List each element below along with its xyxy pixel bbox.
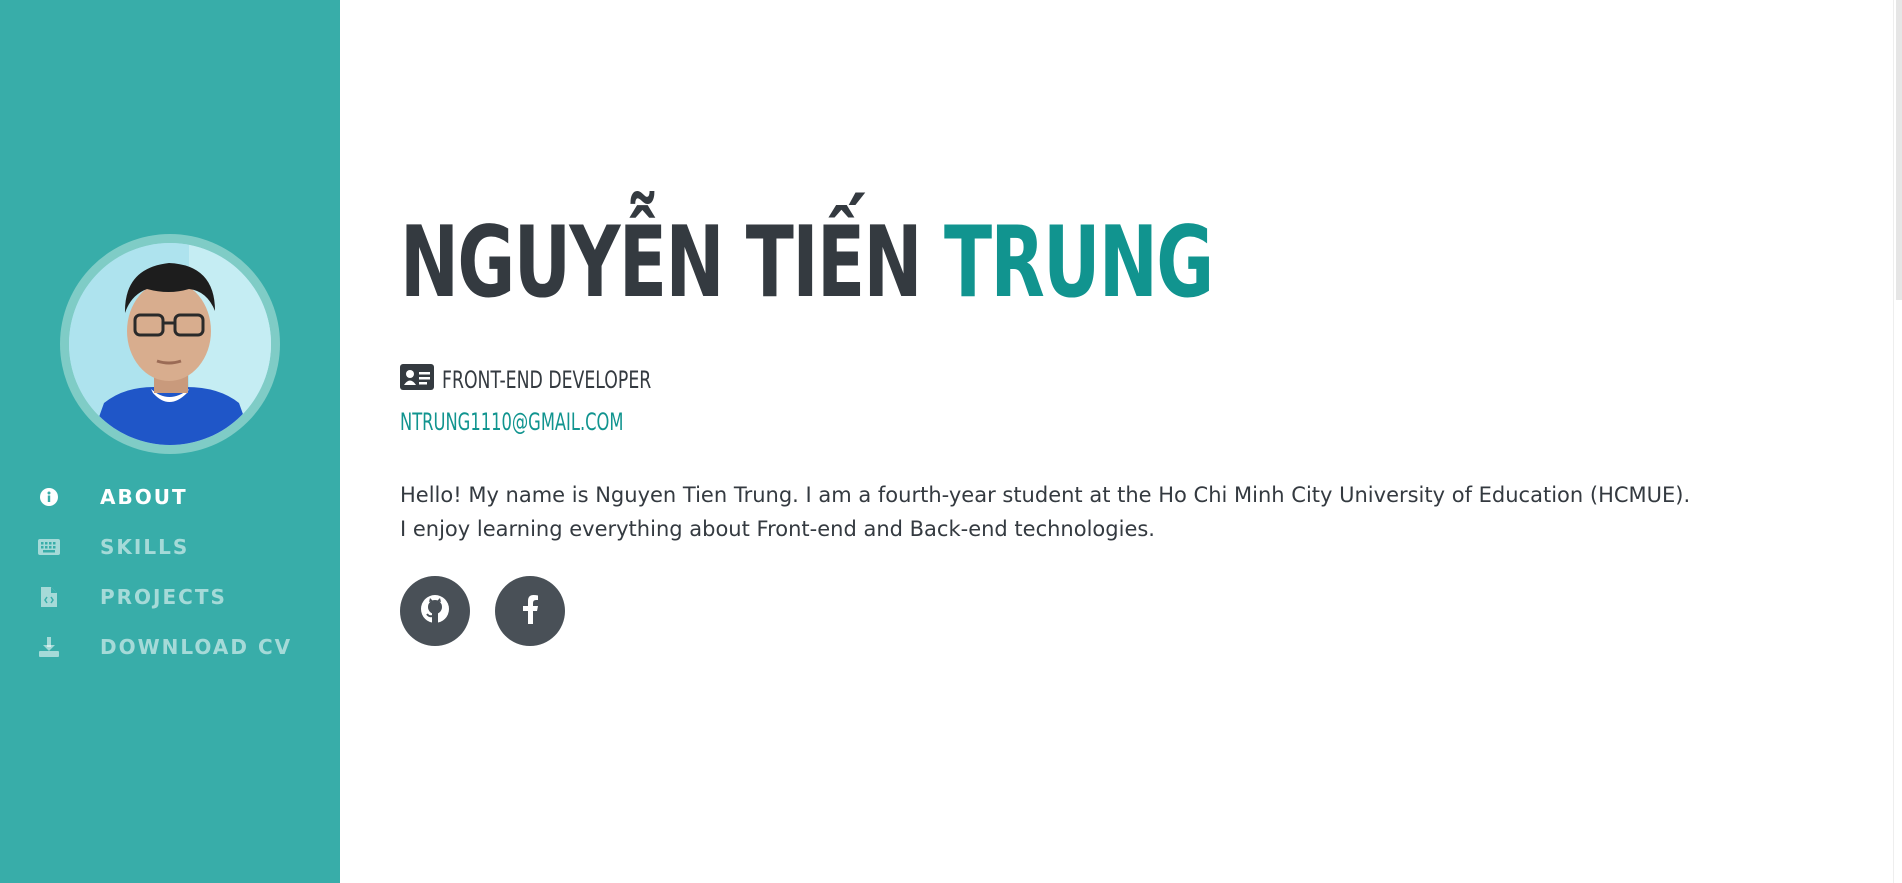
sidebar-nav: ABOUT SKILLS PROJECTS DOWNLOAD CV	[0, 472, 340, 672]
nav-item-skills[interactable]: SKILLS	[0, 522, 340, 572]
keyboard-icon	[38, 536, 60, 558]
nav-item-download-cv[interactable]: DOWNLOAD CV	[0, 622, 340, 672]
id-card-icon	[400, 364, 434, 396]
last-name: TRUNG	[943, 206, 1214, 320]
first-name: NGUYỄN TIẾN	[400, 206, 923, 320]
role-line: FRONT-END DEVELOPER	[400, 364, 733, 396]
facebook-button[interactable]	[495, 576, 565, 646]
nav-label: SKILLS	[100, 535, 190, 559]
avatar-frame	[60, 234, 280, 454]
nav-label: PROJECTS	[100, 585, 227, 609]
email-link[interactable]: NTRUNG1110@GMAIL.COM	[400, 408, 623, 436]
profile-photo	[69, 243, 271, 445]
role-title: FRONT-END DEVELOPER	[442, 366, 652, 394]
download-icon	[38, 636, 60, 658]
nav-item-about[interactable]: ABOUT	[0, 472, 340, 522]
file-code-icon	[38, 586, 60, 608]
bio: Hello! My name is Nguyen Tien Trung. I a…	[400, 478, 1740, 546]
avatar	[69, 243, 271, 445]
github-icon	[419, 593, 451, 629]
bio-line: I enjoy learning everything about Front-…	[400, 517, 1155, 541]
scrollbar-thumb[interactable]	[1896, 0, 1902, 300]
main-content: NGUYỄN TIẾN TRUNG FRONT-END DEVELOPER NT…	[400, 0, 1880, 883]
nav-label: DOWNLOAD CV	[100, 635, 293, 659]
github-button[interactable]	[400, 576, 470, 646]
bio-line: Hello! My name is Nguyen Tien Trung. I a…	[400, 483, 1691, 507]
social-links	[400, 576, 590, 646]
facebook-icon	[520, 594, 540, 628]
sidebar: ABOUT SKILLS PROJECTS DOWNLOAD CV	[0, 0, 340, 883]
info-circle-icon	[38, 486, 60, 508]
nav-item-projects[interactable]: PROJECTS	[0, 572, 340, 622]
nav-label: ABOUT	[100, 485, 188, 509]
page-title: NGUYỄN TIẾN TRUNG	[400, 214, 1214, 312]
